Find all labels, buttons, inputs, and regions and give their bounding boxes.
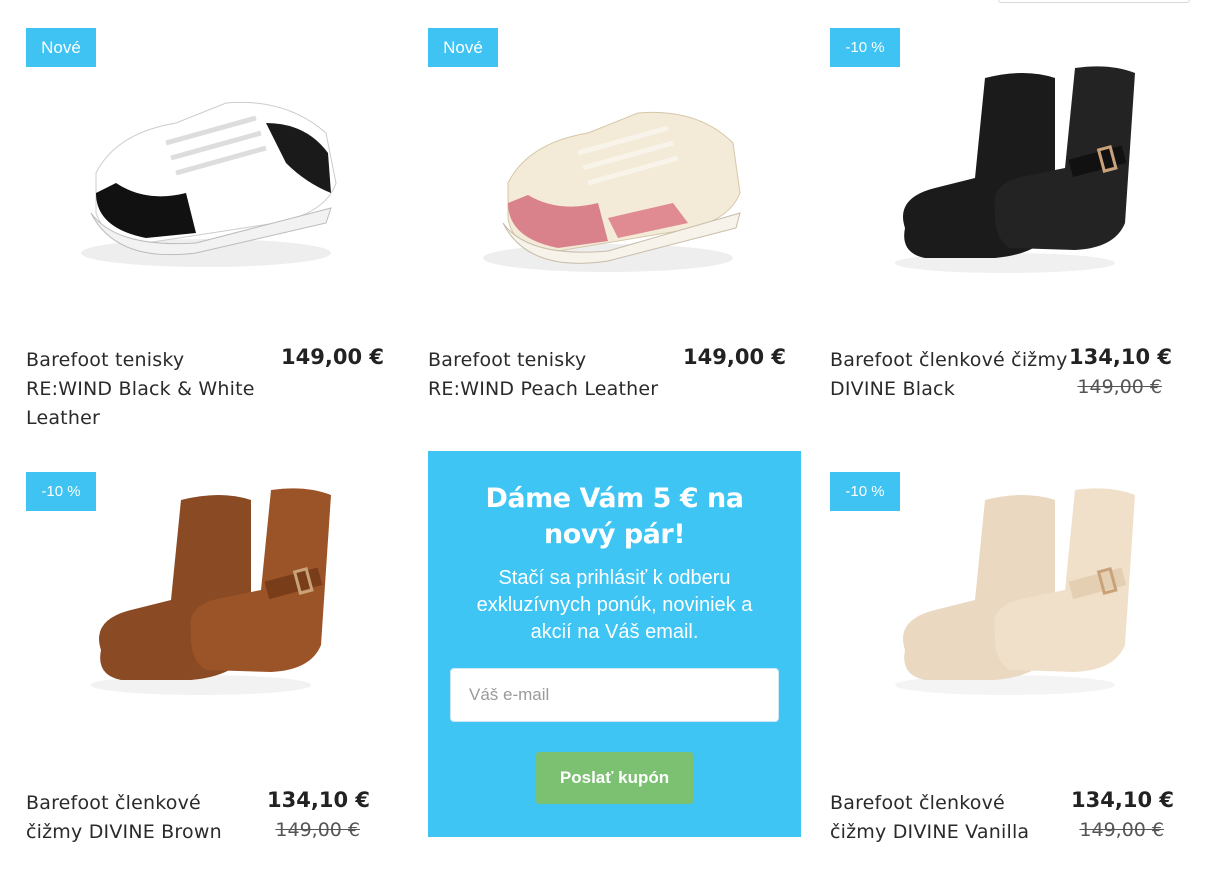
send-coupon-button[interactable]: Poslať kupón bbox=[536, 752, 693, 804]
product-price: 149,00 € bbox=[281, 345, 384, 369]
product-name[interactable]: Barefoot tenisky RE:WIND Black & White L… bbox=[26, 346, 271, 433]
email-field[interactable] bbox=[450, 668, 779, 722]
promo-title: Dáme Vám 5 € na nový pár! bbox=[485, 483, 744, 550]
discount-badge: -10 % bbox=[830, 472, 900, 511]
old-price: 149,00 € bbox=[1077, 376, 1162, 398]
old-price: 149,00 € bbox=[1079, 819, 1164, 841]
sneaker-peach-image bbox=[483, 111, 741, 272]
discount-badge: -10 % bbox=[830, 28, 900, 67]
product-price: 134,10 € bbox=[267, 788, 370, 812]
product-name[interactable]: Barefoot členkové čižmy DIVINE Vanilla bbox=[830, 789, 1060, 847]
newsletter-promo: Dáme Vám 5 € na nový pár! Stačí sa prihl… bbox=[428, 451, 801, 837]
product-price: 149,00 € bbox=[683, 345, 786, 369]
new-badge: Nové bbox=[428, 28, 498, 67]
boot-vanilla-image bbox=[895, 488, 1135, 695]
promo-text: Stačí sa prihlásiť k odberu exkluzívnych… bbox=[476, 567, 753, 643]
discount-badge: -10 % bbox=[26, 472, 96, 511]
product-name[interactable]: Barefoot členkové čižmy DIVINE Brown bbox=[26, 789, 256, 847]
product-name[interactable]: Barefoot členkové čižmy DIVINE Black bbox=[830, 346, 1075, 404]
top-edge bbox=[0, 0, 1205, 10]
select-field-edge[interactable] bbox=[998, 0, 1190, 3]
product-price: 134,10 € bbox=[1069, 345, 1172, 369]
product-image[interactable] bbox=[830, 28, 1180, 318]
product-price: 134,10 € bbox=[1071, 788, 1174, 812]
boot-brown-image bbox=[91, 488, 331, 695]
product-image[interactable] bbox=[428, 28, 778, 318]
product-image[interactable] bbox=[26, 28, 376, 318]
new-badge: Nové bbox=[26, 28, 96, 67]
sneaker-black-white-image bbox=[81, 101, 337, 267]
boot-black-image bbox=[895, 66, 1135, 273]
product-name[interactable]: Barefoot tenisky RE:WIND Peach Leather bbox=[428, 346, 673, 404]
old-price: 149,00 € bbox=[275, 819, 360, 841]
